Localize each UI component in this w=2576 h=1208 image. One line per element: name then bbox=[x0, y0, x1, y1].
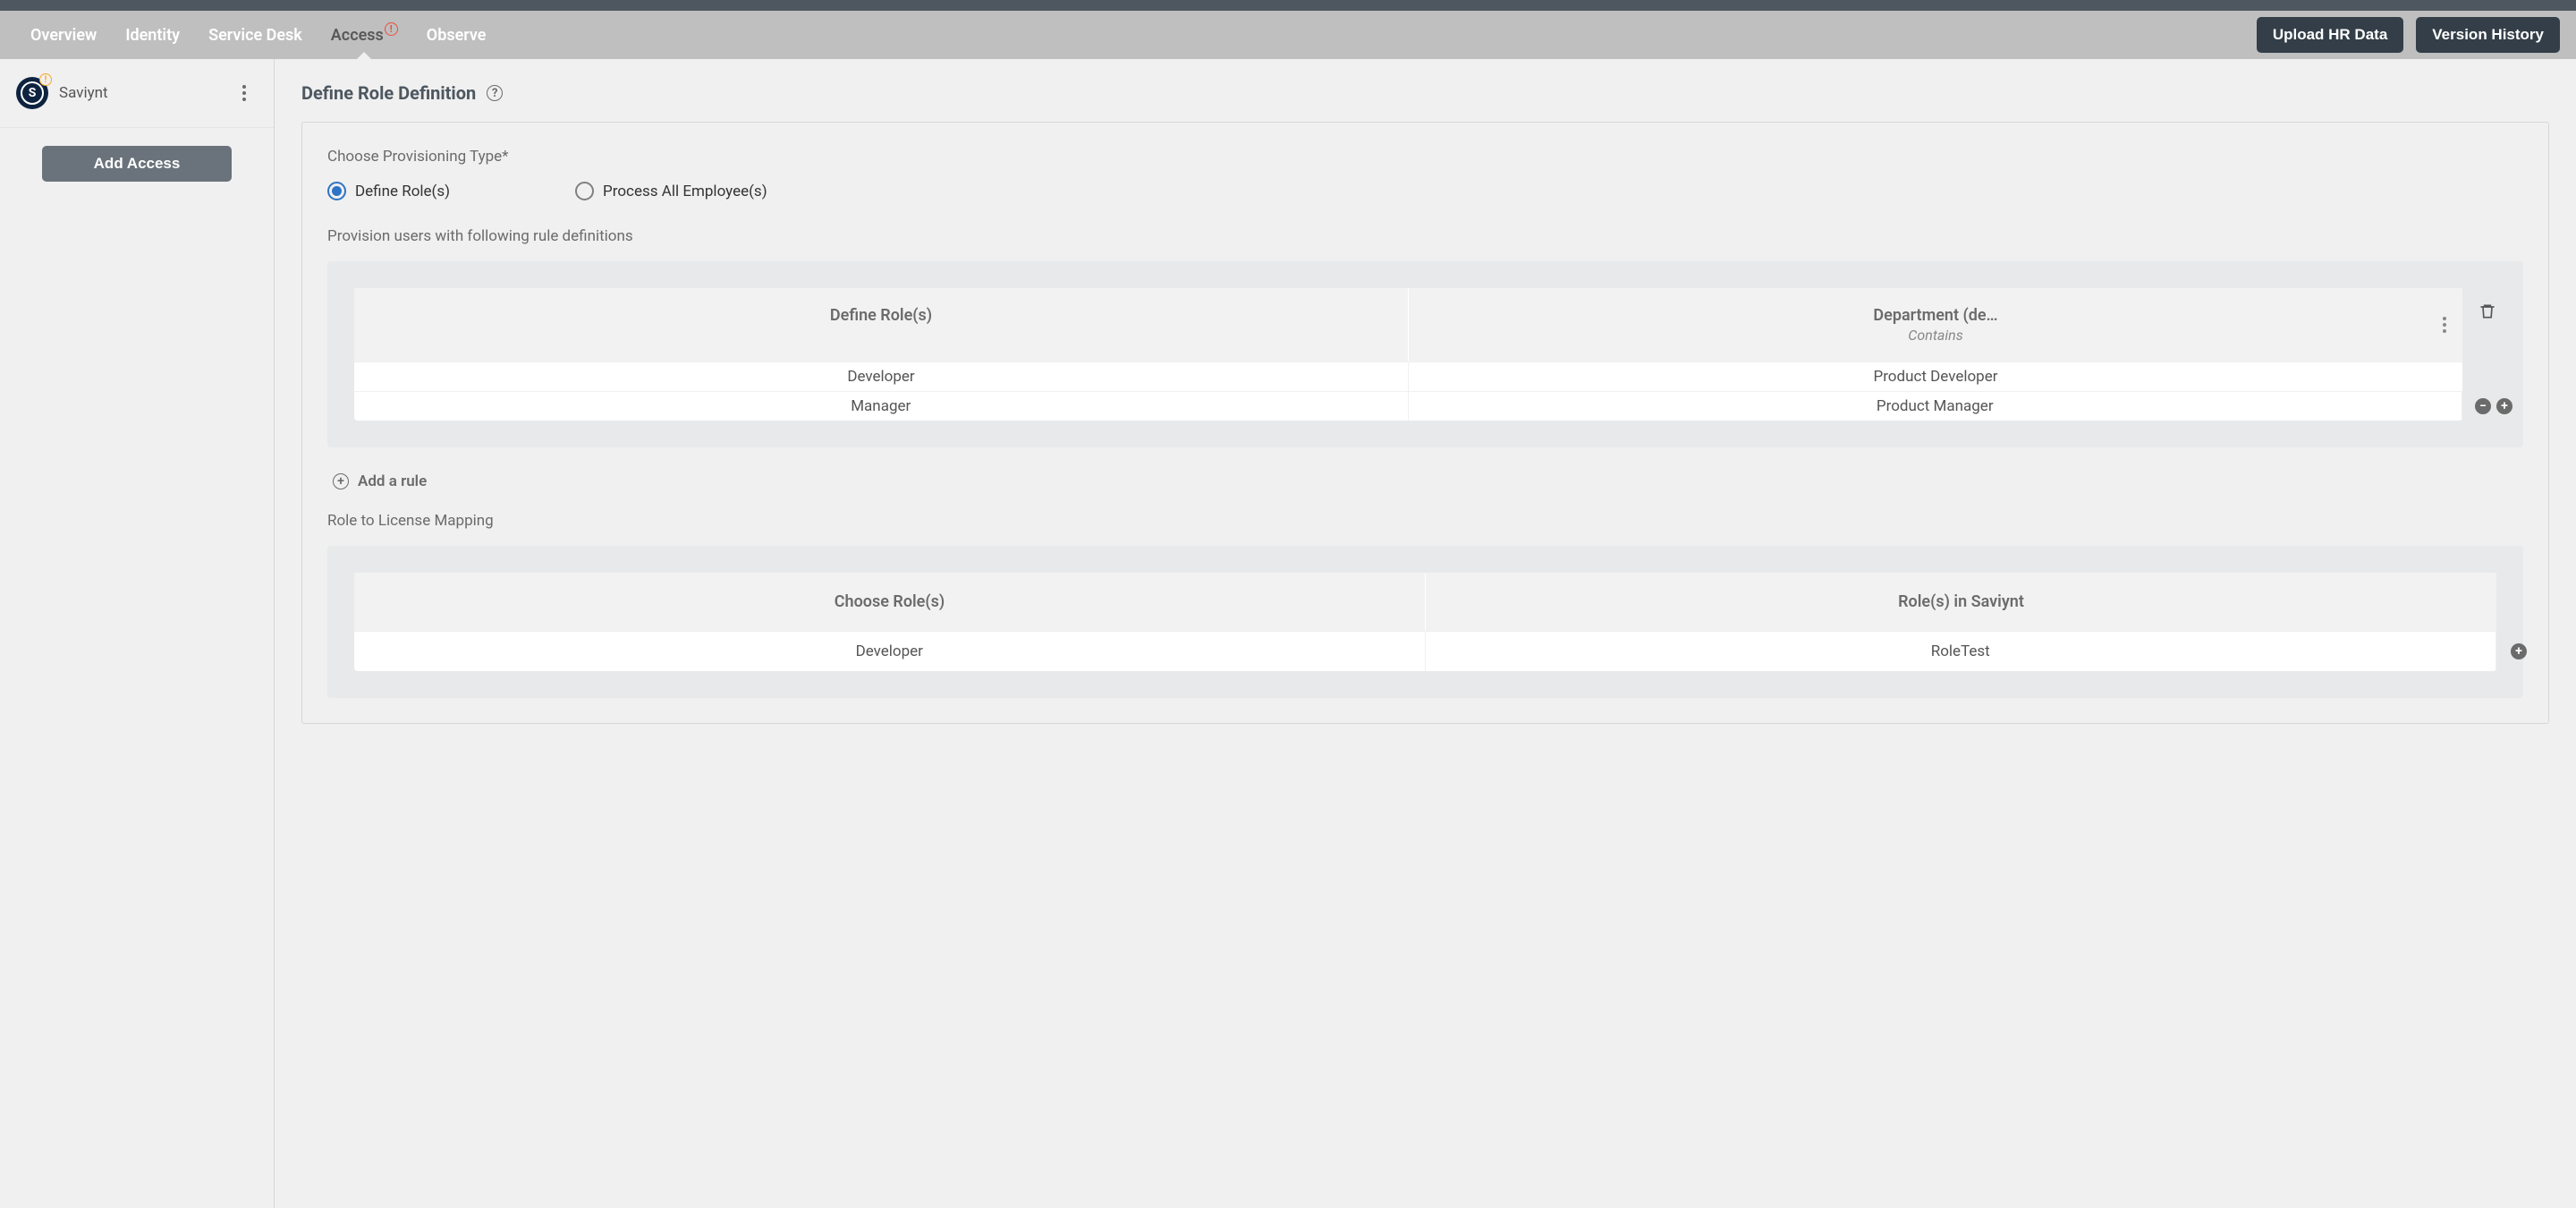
rules-col-department-sub: Contains bbox=[1425, 327, 2446, 344]
warning-icon: ! bbox=[39, 73, 52, 86]
tab-access[interactable]: Access ! bbox=[317, 11, 412, 59]
radio-process-label: Process All Employee(s) bbox=[603, 183, 767, 200]
rules-col-role: Define Role(s) bbox=[354, 288, 1409, 362]
rules-table: Define Role(s) Department (de… Contains … bbox=[354, 288, 2462, 421]
nav-bar: Overview Identity Service Desk Access ! … bbox=[0, 11, 2576, 59]
column-more-button[interactable] bbox=[2443, 317, 2446, 333]
mapping-table: Choose Role(s) Role(s) in Saviynt Develo… bbox=[354, 573, 2496, 671]
app-name-label: Saviynt bbox=[59, 84, 108, 102]
plus-circle-icon: + bbox=[333, 473, 349, 489]
mapping-col-saviynt: Role(s) in Saviynt bbox=[1426, 573, 2496, 631]
alert-icon: ! bbox=[385, 22, 398, 36]
sidebar-header: S ! Saviynt bbox=[0, 59, 274, 128]
rule-definition-box: Define Role(s) Department (de… Contains … bbox=[327, 261, 2523, 447]
main-content: Define Role Definition ? Choose Provisio… bbox=[275, 59, 2576, 1208]
rules-col-department-title: Department (de… bbox=[1425, 306, 2446, 325]
cell-department[interactable]: Product Developer bbox=[1409, 362, 2462, 391]
app-icon-letter: S bbox=[21, 81, 44, 105]
app-icon: S ! bbox=[16, 77, 48, 109]
nav-tabs: Overview Identity Service Desk Access ! … bbox=[16, 11, 500, 59]
table-row: Manager Product Manager − + bbox=[354, 391, 2462, 421]
cell-department[interactable]: Product Manager bbox=[1409, 392, 2463, 421]
radio-define-roles[interactable]: Define Role(s) bbox=[327, 182, 450, 200]
mapping-col-choose: Choose Role(s) bbox=[354, 573, 1426, 631]
window-top-strip bbox=[0, 0, 2576, 11]
tab-service-desk[interactable]: Service Desk bbox=[194, 11, 317, 59]
help-icon[interactable]: ? bbox=[487, 85, 503, 101]
role-mapping-label: Role to License Mapping bbox=[327, 512, 2523, 530]
radio-process-all[interactable]: Process All Employee(s) bbox=[575, 182, 767, 200]
tab-access-label: Access bbox=[331, 26, 384, 45]
radio-icon bbox=[327, 182, 346, 200]
add-row-button[interactable]: + bbox=[2496, 398, 2512, 414]
cell-choose-role[interactable]: Developer bbox=[354, 632, 1426, 671]
add-mapping-row-button[interactable]: + bbox=[2511, 643, 2527, 659]
table-row: Developer RoleTest + bbox=[354, 631, 2496, 671]
add-access-button[interactable]: Add Access bbox=[42, 146, 232, 182]
radio-icon bbox=[575, 182, 594, 200]
provision-users-label: Provision users with following rule defi… bbox=[327, 227, 2523, 245]
rules-col-department: Department (de… Contains bbox=[1409, 288, 2462, 362]
tab-overview[interactable]: Overview bbox=[16, 11, 111, 59]
cell-saviynt-role[interactable]: RoleTest bbox=[1426, 632, 2497, 671]
page-title: Define Role Definition bbox=[301, 82, 476, 104]
add-rule-button[interactable]: + Add a rule bbox=[333, 472, 2523, 490]
cell-role[interactable]: Developer bbox=[354, 362, 1409, 391]
delete-rule-button[interactable] bbox=[2479, 302, 2496, 325]
definition-card: Choose Provisioning Type* Define Role(s)… bbox=[301, 122, 2549, 724]
sidebar: S ! Saviynt Add Access bbox=[0, 59, 275, 1208]
upload-hr-data-button[interactable]: Upload HR Data bbox=[2257, 17, 2403, 53]
version-history-button[interactable]: Version History bbox=[2416, 17, 2560, 53]
remove-row-button[interactable]: − bbox=[2475, 398, 2491, 414]
provisioning-type-label: Choose Provisioning Type* bbox=[327, 148, 2523, 166]
role-mapping-box: Choose Role(s) Role(s) in Saviynt Develo… bbox=[327, 546, 2523, 698]
tab-identity[interactable]: Identity bbox=[111, 11, 194, 59]
sidebar-more-button[interactable] bbox=[231, 80, 258, 106]
add-rule-label: Add a rule bbox=[358, 472, 427, 490]
cell-role[interactable]: Manager bbox=[354, 392, 1409, 421]
radio-define-label: Define Role(s) bbox=[355, 183, 450, 200]
tab-observe[interactable]: Observe bbox=[412, 11, 501, 59]
table-row: Developer Product Developer bbox=[354, 362, 2462, 391]
